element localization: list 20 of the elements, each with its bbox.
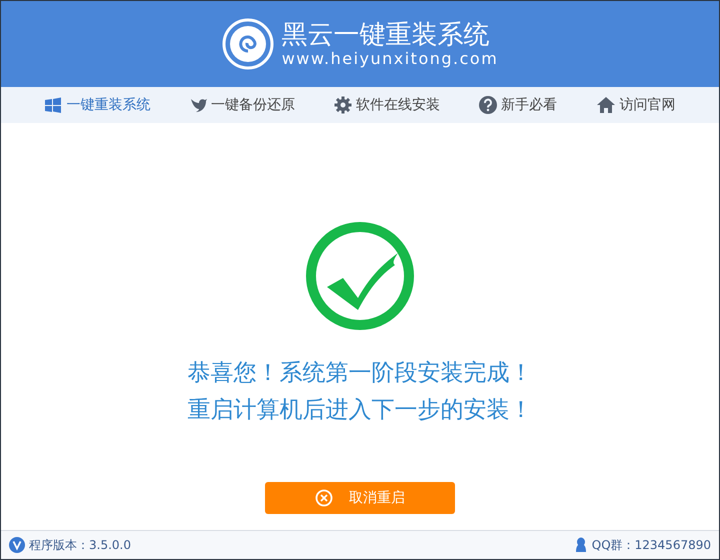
settings-icon (334, 96, 352, 114)
nav-tab[interactable]: 一键重装系统 (44, 94, 150, 116)
close-icon (315, 489, 333, 507)
nav-tab[interactable]: 软件在线安装 (334, 94, 440, 116)
website-url: www.heiyunxitong.com (282, 50, 498, 68)
home-icon (596, 96, 616, 114)
help-icon (478, 96, 497, 114)
logo-icon (222, 18, 274, 70)
nav-tab[interactable]: 访问官网 (596, 94, 676, 116)
message-text: 重启计算机后进入下一步的安装！ (188, 396, 532, 425)
windows-icon (44, 97, 62, 113)
version-icon (9, 537, 25, 553)
app-title: 黑云一键重装系统 (282, 20, 491, 50)
version-text: 程序版本：3.5.0.0 (29, 537, 131, 554)
success-check-icon (305, 221, 415, 331)
nav-tab[interactable]: 一键备份还原 (189, 94, 296, 116)
nav-tab[interactable]: 新手必看 (478, 94, 557, 116)
bird-icon (189, 96, 208, 114)
message-text: 恭喜您！系统第一阶段安装完成！ (188, 359, 532, 388)
qq-group-text: QQ群：1234567890 (592, 537, 711, 554)
